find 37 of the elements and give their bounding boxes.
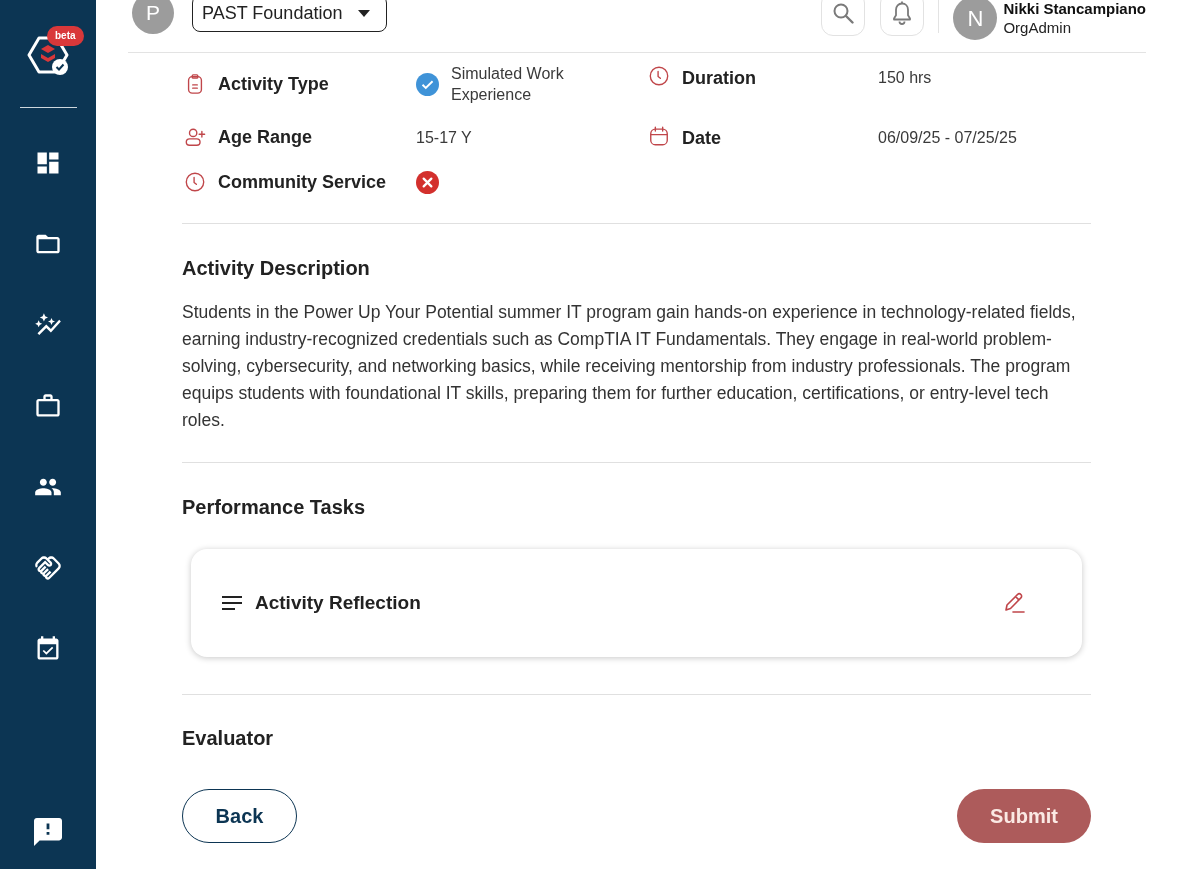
user-avatar: N [953,0,998,40]
detail-label: Activity Type [218,73,329,96]
task-title: Activity Reflection [255,590,421,615]
briefcase-icon[interactable] [34,392,62,420]
user-name: Nikki Stancampiano [1003,0,1146,18]
detail-label: Duration [682,67,756,90]
user-role: OrgAdmin [1003,18,1072,37]
organization-avatar: P [132,0,174,34]
handshake-icon[interactable] [34,554,62,582]
activity-description: Students in the Power Up Your Potential summer IT program gain hands-on experience in technology-related fields, earning industry-recognized credentials such as CompTIA IT Fundamentals. They engage in real-world problem-solving, cybersecurity, and networking basics, while receiving mentorship from industry professionals. The program equips students with foundational IT skills, preparing them for further education, certifications, or entry-level tech roles. [182,301,1077,432]
detail-label: Date [682,127,721,150]
detail-value: 15-17 Y [416,127,472,148]
text-lines-icon [221,595,243,611]
notifications-button[interactable] [880,0,925,36]
detail-value: 06/09/25 - 07/25/25 [878,128,1017,148]
feedback-icon[interactable] [34,818,62,846]
section-title: Performance Tasks [182,495,367,519]
detail-label: Community Service [218,171,387,194]
caret-down-icon [358,9,370,17]
section-title: Evaluator [182,726,275,750]
detail-value: 150 hrs [878,68,932,88]
search-icon [832,2,855,24]
organization-dropdown[interactable]: PAST Foundation [192,0,387,32]
clock-icon [648,65,670,87]
clock-icon [184,171,206,193]
section-title: Activity Description [182,256,371,280]
person-add-icon [184,126,206,148]
calendar-icon [648,125,670,147]
bell-icon [892,1,913,25]
check-circle-icon [416,72,439,96]
detail-value: Simulated Work Experience [451,64,565,105]
beta-badge: beta [47,26,84,46]
submit-button[interactable]: Submit [957,789,1091,843]
pencil-icon[interactable] [1002,591,1026,615]
back-button[interactable]: Back [182,789,297,843]
detail-label: Age Range [218,126,313,149]
search-button[interactable] [821,0,866,36]
